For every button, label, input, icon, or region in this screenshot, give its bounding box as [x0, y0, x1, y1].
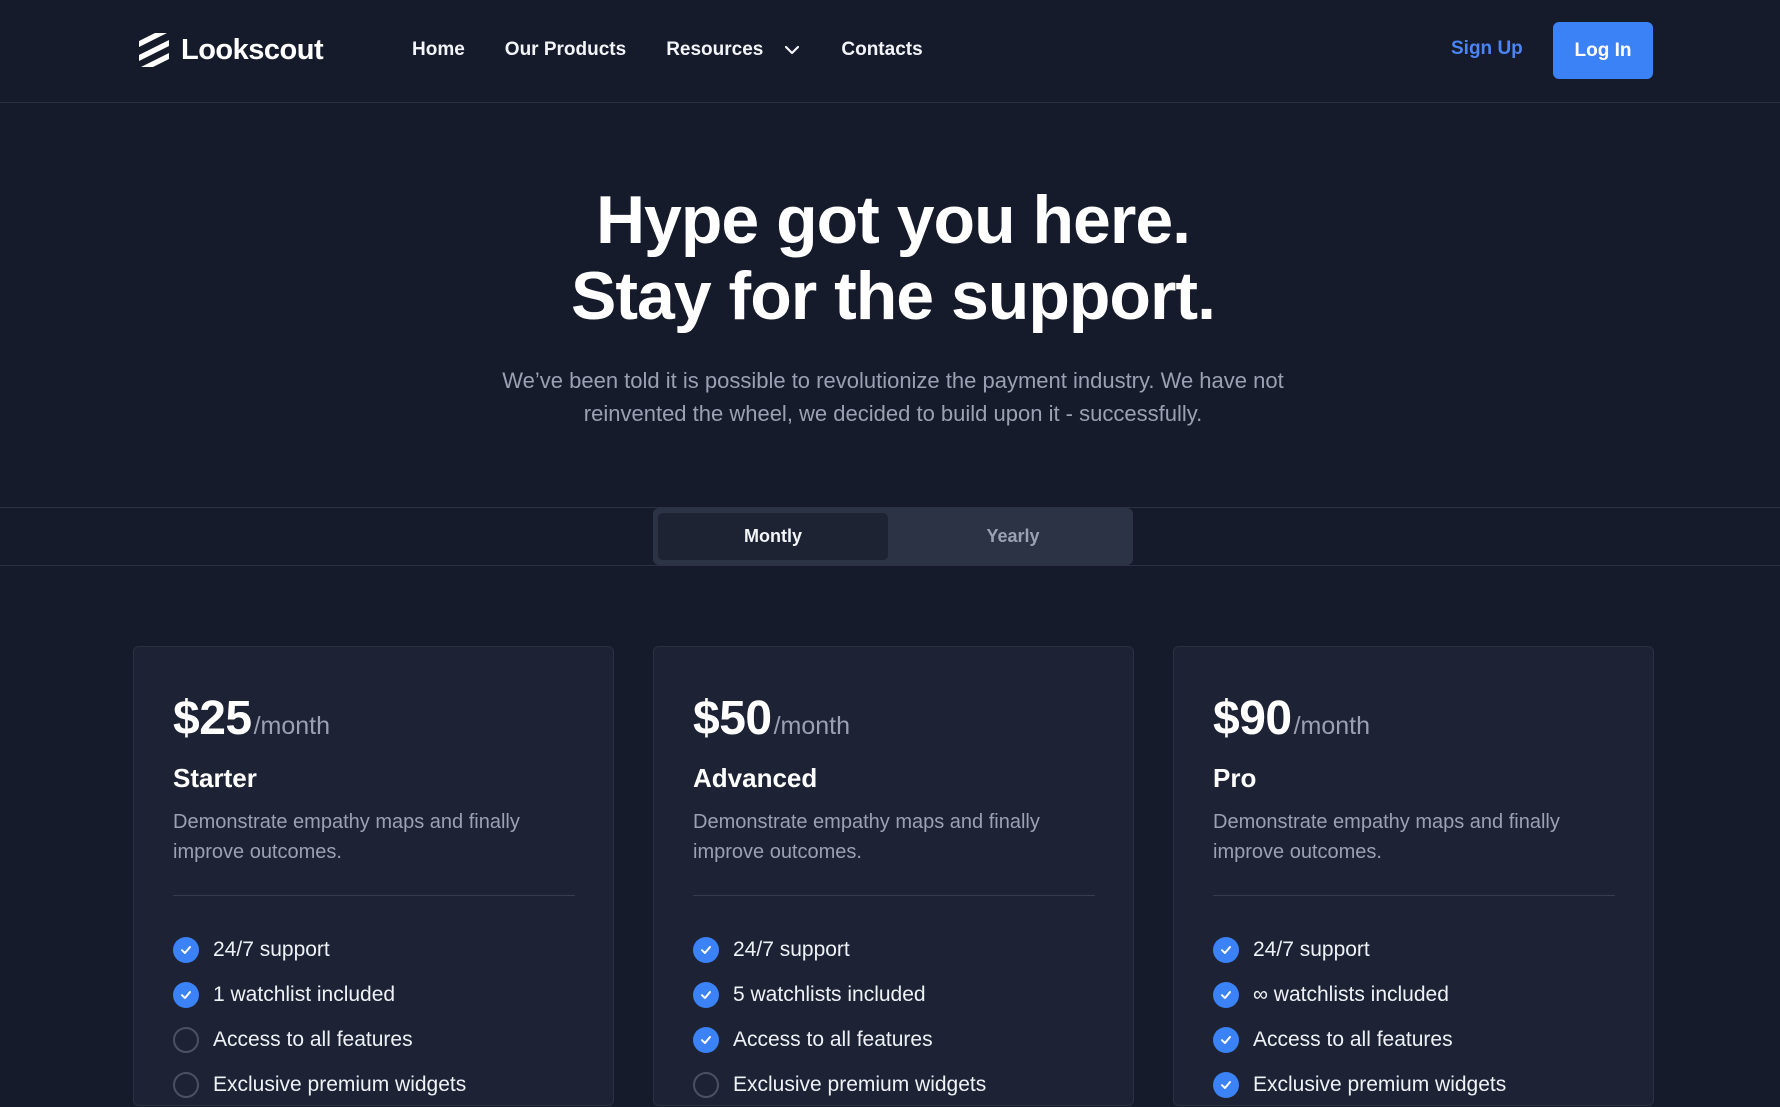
plan-price: $50 /month	[693, 691, 850, 746]
empty-circle-icon	[173, 1026, 199, 1053]
price-period: /month	[1293, 712, 1371, 740]
chevron-down-icon	[785, 45, 800, 55]
feature-item: 1 watchlist included	[173, 972, 583, 1017]
check-circle-icon	[1213, 936, 1239, 963]
card-divider	[173, 895, 575, 896]
brand-name: Lookscout	[181, 33, 324, 66]
empty-circle-icon	[693, 1071, 719, 1098]
hero-subtitle: We’ve been told it is possible to revolu…	[502, 368, 1284, 426]
feature-text: Access to all features	[733, 1027, 933, 1051]
feature-list: 24/7 support 5 watchlists included Access …	[693, 927, 1103, 1107]
plan-price: $25 /month	[173, 691, 330, 746]
plan-card-pro: $90 /month Pro Demonstrate empathy maps …	[1173, 646, 1654, 1106]
hero-title-line-1: Hype got you here.	[595, 182, 1191, 258]
feature-text: Exclusive premium widgets	[733, 1072, 987, 1096]
card-divider	[693, 895, 1095, 896]
check-circle-icon	[693, 936, 719, 963]
plan-price: $90 /month	[1213, 691, 1370, 746]
price-amount: $90	[1213, 692, 1292, 745]
nav-contacts[interactable]: Contacts	[841, 39, 922, 61]
feature-text: 5 watchlists included	[733, 982, 926, 1006]
check-circle-icon	[693, 981, 719, 1008]
check-circle-icon	[173, 981, 199, 1008]
price-amount: $50	[693, 692, 772, 745]
check-circle-icon	[1213, 1071, 1239, 1098]
plan-name: Advanced	[693, 763, 818, 793]
sign-up-link[interactable]: Sign Up	[1451, 38, 1523, 60]
feature-item: 24/7 support	[173, 927, 583, 972]
price-period: /month	[773, 712, 851, 740]
feature-text: 24/7 support	[1253, 937, 1370, 961]
feature-text: Exclusive premium widgets	[213, 1072, 467, 1096]
check-circle-icon	[1213, 1026, 1239, 1053]
feature-item: Access to all features	[1213, 1017, 1623, 1062]
plan-description: Demonstrate empathy maps and finally imp…	[693, 811, 1040, 863]
feature-text: Exclusive premium widgets	[1253, 1072, 1507, 1096]
feature-item: Exclusive premium widgets	[693, 1062, 1103, 1107]
plan-name: Starter	[173, 763, 257, 793]
plan-description: Demonstrate empathy maps and finally imp…	[1213, 811, 1560, 863]
brand-logo[interactable]: Lookscout	[137, 32, 324, 68]
log-in-button[interactable]: Log In	[1553, 22, 1653, 79]
feature-item: 5 watchlists included	[693, 972, 1103, 1017]
feature-text: ∞ watchlists included	[1253, 982, 1449, 1006]
nav-resources-label: Resources	[666, 39, 764, 60]
plan-name: Pro	[1213, 763, 1257, 793]
site-header: Lookscout Home Our Products Resources Co…	[0, 0, 1780, 103]
feature-item: ∞ watchlists included	[1213, 972, 1623, 1017]
check-circle-icon	[1213, 981, 1239, 1008]
feature-item: Exclusive premium widgets	[1213, 1062, 1623, 1107]
feature-list: 24/7 support ∞ watchlists included Access …	[1213, 927, 1623, 1107]
check-circle-icon	[693, 1026, 719, 1053]
feature-text: 24/7 support	[733, 937, 850, 961]
feature-text: 1 watchlist included	[213, 982, 396, 1006]
toggle-monthly-button[interactable]: Montly	[658, 513, 888, 560]
hero-title-line-2: Stay for the support.	[571, 258, 1216, 334]
check-circle-icon	[173, 936, 199, 963]
hero-title: Hype got you here. Stay for the support.	[0, 182, 1780, 334]
billing-period-toggle: Montly Yearly	[653, 508, 1133, 565]
feature-text: Access to all features	[213, 1027, 413, 1051]
feature-text: Access to all features	[1253, 1027, 1453, 1051]
feature-item: 24/7 support	[693, 927, 1103, 972]
plan-card-starter: $25 /month Starter Demonstrate empathy m…	[133, 646, 614, 1106]
stripes-logo-icon	[139, 33, 169, 67]
feature-text: 24/7 support	[213, 937, 330, 961]
nav-home[interactable]: Home	[412, 39, 465, 61]
card-divider	[1213, 895, 1615, 896]
nav-resources[interactable]: Resources	[666, 39, 801, 61]
nav-our-products[interactable]: Our Products	[505, 39, 626, 61]
toggle-yearly-button[interactable]: Yearly	[898, 513, 1128, 560]
feature-item: 24/7 support	[1213, 927, 1623, 972]
price-period: /month	[253, 712, 331, 740]
plan-description: Demonstrate empathy maps and finally imp…	[173, 811, 520, 863]
plan-card-advanced: $50 /month Advanced Demonstrate empathy …	[653, 646, 1134, 1106]
feature-list: 24/7 support 1 watchlist included Access t…	[173, 927, 583, 1107]
empty-circle-icon	[173, 1071, 199, 1098]
feature-item: Exclusive premium widgets	[173, 1062, 583, 1107]
price-amount: $25	[173, 692, 252, 745]
feature-item: Access to all features	[693, 1017, 1103, 1062]
main-nav: Home Our Products Resources Contacts	[412, 38, 963, 62]
feature-item: Access to all features	[173, 1017, 583, 1062]
